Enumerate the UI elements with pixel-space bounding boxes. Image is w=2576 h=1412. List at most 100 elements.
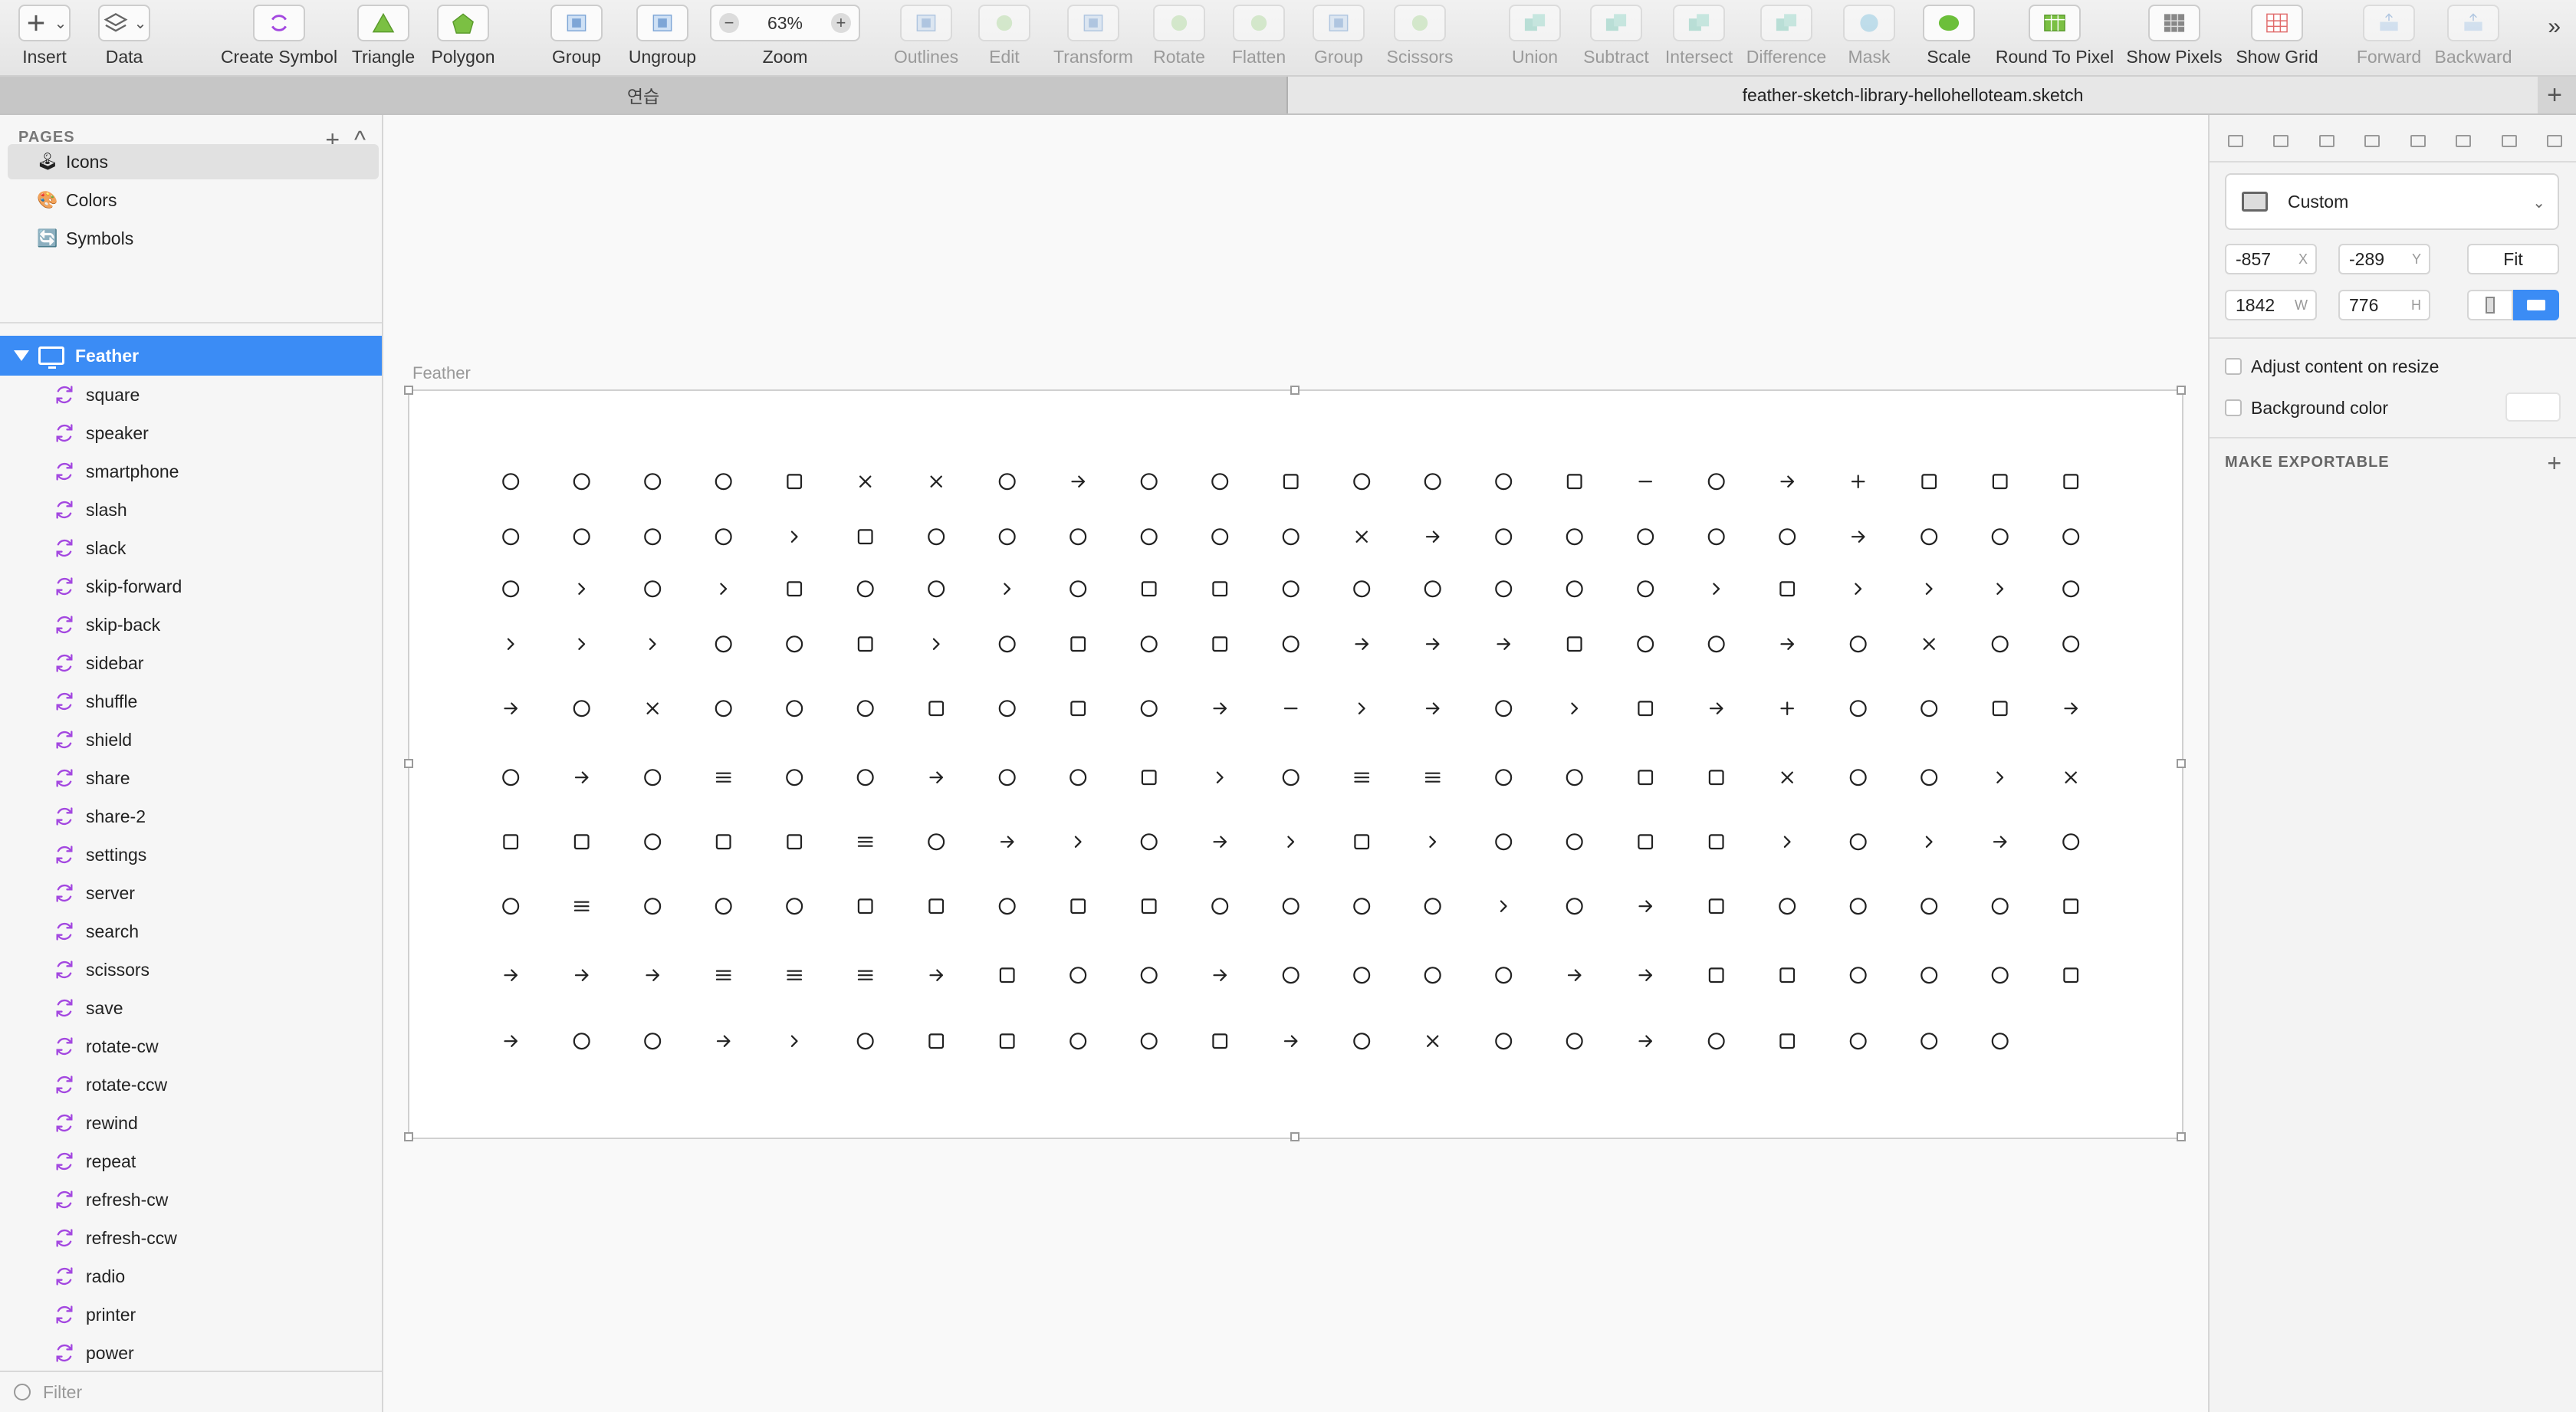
printer-icon[interactable]: [999, 1033, 1015, 1049]
rotate-ccw-icon[interactable]: [1638, 969, 1653, 981]
artboard-title[interactable]: Feather: [412, 363, 471, 383]
plus-square-icon[interactable]: [1779, 967, 1796, 983]
lock-icon[interactable]: [998, 635, 1016, 653]
sidebar-icon[interactable]: [857, 529, 873, 545]
layer-item-refresh-ccw[interactable]: refresh-ccw: [0, 1219, 382, 1257]
toolbar-create-symbol[interactable]: Create Symbol: [221, 5, 337, 67]
x-icon[interactable]: [2065, 771, 2077, 783]
layers-icon[interactable]: [1353, 580, 1371, 598]
phone-icon[interactable]: [1849, 967, 1867, 984]
scale-button[interactable]: [1923, 5, 1975, 41]
resize-handle[interactable]: [404, 1132, 413, 1141]
trash-icon[interactable]: [2063, 474, 2079, 490]
landscape-button[interactable]: [2513, 290, 2559, 320]
voicemail-icon[interactable]: [1921, 474, 1937, 490]
corner-left-up-icon[interactable]: [507, 638, 514, 650]
plus-circle-icon[interactable]: [1921, 898, 1938, 915]
tag-icon[interactable]: [1282, 528, 1300, 546]
user-x-icon[interactable]: [1355, 530, 1368, 543]
menu-icon[interactable]: [715, 772, 731, 783]
ungroup-button[interactable]: [636, 5, 688, 41]
thermometer-icon[interactable]: [1707, 528, 1725, 546]
align-horizontal-center-icon[interactable]: [2361, 130, 2380, 149]
toolbar-backward[interactable]: Backward: [2423, 5, 2523, 67]
navigation-icon[interactable]: [1783, 836, 1791, 848]
mask-button[interactable]: [1843, 5, 1895, 41]
wind-icon[interactable]: [1140, 528, 1158, 546]
phone-forwarded-icon[interactable]: [1991, 898, 2009, 915]
unlock-icon[interactable]: [644, 528, 662, 546]
layer-item-printer[interactable]: printer: [0, 1295, 382, 1334]
subtract-button[interactable]: [1590, 5, 1642, 41]
background-color-swatch[interactable]: [2505, 392, 2561, 422]
scissors-button[interactable]: [1394, 5, 1446, 41]
distribute-vertical-icon[interactable]: [2270, 130, 2289, 149]
cloud-drizzle-icon[interactable]: [928, 580, 945, 598]
x-square-icon[interactable]: [1566, 474, 1582, 490]
minimize-2-icon[interactable]: [1000, 836, 1014, 848]
minus-circle-icon[interactable]: [1282, 769, 1300, 786]
file-icon[interactable]: [857, 898, 873, 915]
align-left-icon[interactable]: [2316, 130, 2334, 149]
bell-icon[interactable]: [2062, 833, 2080, 851]
toolbar-scale[interactable]: Scale: [1899, 5, 1999, 67]
image-icon[interactable]: [1141, 898, 1157, 915]
home-icon[interactable]: [1353, 967, 1371, 984]
info-icon[interactable]: [1353, 898, 1371, 915]
package-icon[interactable]: [1354, 834, 1370, 850]
arrow-down-icon[interactable]: [1213, 702, 1227, 714]
download-icon[interactable]: [504, 702, 518, 714]
message-circle-icon[interactable]: [1282, 635, 1300, 653]
camera-icon[interactable]: [1708, 898, 1724, 915]
server-icon[interactable]: [928, 1033, 945, 1049]
tab-feather-library[interactable]: feather-sketch-library-hellohelloteam.sk…: [1288, 77, 2538, 113]
play-icon[interactable]: [1925, 836, 1933, 848]
chevrons-left-icon[interactable]: [1216, 771, 1224, 783]
resize-handle[interactable]: [404, 759, 413, 768]
file-text-icon[interactable]: [573, 834, 590, 850]
arrow-up-left-icon[interactable]: [504, 1035, 518, 1047]
map-pin-icon[interactable]: [1070, 769, 1087, 786]
save-icon[interactable]: [1708, 967, 1724, 983]
resize-handle[interactable]: [404, 386, 413, 395]
map-icon[interactable]: [856, 700, 874, 717]
download-cloud-icon[interactable]: [1780, 638, 1795, 650]
adjust-content-checkbox[interactable]: Adjust content on resize: [2225, 354, 2439, 379]
align-bottom-icon[interactable]: [2544, 130, 2562, 149]
anchor-icon[interactable]: [786, 898, 803, 915]
check-circle-icon[interactable]: [1495, 700, 1513, 717]
mic-off-icon[interactable]: [998, 769, 1016, 786]
zoom-out-button[interactable]: −: [719, 13, 739, 33]
data-button[interactable]: ⌄: [98, 5, 150, 41]
canvas[interactable]: Feather: [385, 115, 2208, 1412]
trash-2-icon[interactable]: [787, 474, 803, 490]
new-tab-button[interactable]: +: [2539, 80, 2570, 110]
alert-triangle-icon[interactable]: [715, 898, 732, 915]
minus-square-icon[interactable]: [1070, 701, 1086, 717]
user-plus-icon[interactable]: [1851, 474, 1865, 489]
thumbs-down-icon[interactable]: [573, 528, 590, 546]
hard-drive-icon[interactable]: [1140, 700, 1158, 717]
globe-icon[interactable]: [1424, 967, 1441, 984]
group-2-button[interactable]: [1313, 5, 1365, 41]
layer-item-rotate-ccw[interactable]: rotate-ccw: [0, 1066, 382, 1104]
video-icon[interactable]: [1707, 473, 1725, 491]
corner-down-right-icon[interactable]: [932, 638, 940, 650]
hash-icon[interactable]: [1707, 1033, 1725, 1050]
artboard-layer-feather[interactable]: Feather: [0, 336, 382, 376]
list-justify-icon[interactable]: [857, 970, 873, 980]
chevrons-down-icon[interactable]: [1571, 702, 1579, 714]
triangle-icon[interactable]: [1495, 473, 1513, 491]
layer-item-skip-forward[interactable]: skip-forward: [0, 567, 382, 606]
pie-chart-icon[interactable]: [1849, 898, 1867, 915]
layer-item-share[interactable]: share: [0, 759, 382, 797]
layer-item-settings[interactable]: settings: [0, 836, 382, 874]
layer-item-search[interactable]: search: [0, 912, 382, 951]
layer-item-shuffle[interactable]: shuffle: [0, 682, 382, 721]
monitor-icon[interactable]: [1141, 770, 1157, 786]
flatten-button[interactable]: [1233, 5, 1285, 41]
cloud-snow-icon[interactable]: [1566, 580, 1583, 598]
corner-left-down-icon[interactable]: [720, 583, 728, 595]
link-2-icon[interactable]: [856, 580, 874, 598]
intersect-button[interactable]: [1673, 5, 1725, 41]
